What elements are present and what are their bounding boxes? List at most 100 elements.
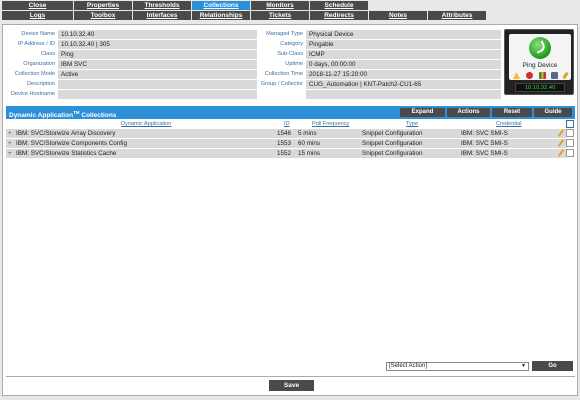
table-row[interactable]: + IBM: SVC/Storwize Array Discovery 1546…: [6, 129, 566, 138]
cell-id: 1552: [277, 150, 292, 157]
cell-type: Snippet Configuration: [362, 150, 423, 157]
column-header-type[interactable]: Type: [406, 121, 418, 128]
select-action-dropdown[interactable]: [Select Action] ▼: [386, 362, 529, 371]
tab-monitors[interactable]: Monitors: [251, 1, 309, 10]
info-value: [58, 80, 257, 89]
info-value: Pingable: [306, 40, 501, 49]
info-row-organization: Organization IBM SVC: [7, 60, 257, 69]
tab-collections[interactable]: Collections: [192, 1, 250, 10]
expand-plus-icon[interactable]: +: [8, 149, 12, 158]
info-row-collection-time: Collection Time 2018-11-27 15:20:00: [257, 70, 501, 79]
bar-chart-icon[interactable]: [538, 72, 546, 79]
device-ip-display: 10.10.32.40: [515, 83, 565, 92]
info-label: Sub-Class: [277, 51, 303, 57]
device-status-inner: Ping Device: [509, 34, 571, 80]
cell-credential: IBM: SVC SMI-S: [461, 130, 508, 137]
cell-freq: 5 mins: [298, 130, 317, 137]
tab-bar-secondary: Logs Toolbox Interfaces Relationships Ti…: [2, 11, 578, 21]
info-row-device-name: Device Name 10.10.32.40: [7, 30, 257, 39]
info-label: Category: [280, 41, 303, 47]
column-header-poll-frequency[interactable]: Poll Frequency: [312, 121, 349, 128]
info-value: 2018-11-27 15:20:00: [306, 70, 501, 79]
stop-icon[interactable]: [525, 72, 533, 79]
tab-attributes[interactable]: Attributes: [428, 11, 486, 20]
tab-schedule[interactable]: Schedule: [310, 1, 368, 10]
info-row-description: Description: [7, 80, 257, 89]
device-info-panel: Device Name 10.10.32.40 IP Address / ID …: [7, 29, 501, 105]
column-header-credential[interactable]: Credential: [496, 121, 522, 128]
save-button[interactable]: Save: [269, 380, 314, 391]
tab-redirects[interactable]: Redirects: [310, 11, 368, 20]
warning-icon[interactable]: [513, 72, 520, 79]
tab-tickets[interactable]: Tickets: [251, 11, 309, 20]
table-row[interactable]: + IBM: SVC/Storwize Components Config 15…: [6, 139, 566, 148]
info-value: 10.10.32.40 | 305: [58, 40, 257, 49]
cell-app: IBM: SVC/Storwize Components Config: [16, 140, 127, 147]
cell-freq: 60 mins: [298, 140, 321, 147]
tab-bar-primary: Close Properties Thresholds Collections …: [2, 1, 578, 11]
edit-pencil-icon[interactable]: [558, 149, 564, 157]
expand-button[interactable]: Expand: [400, 108, 445, 117]
cell-id: 1553: [277, 140, 292, 147]
go-button[interactable]: Go: [532, 361, 573, 371]
info-label: Device Hostname: [10, 91, 55, 97]
edit-pencil-icon[interactable]: [558, 129, 564, 137]
info-label: Collection Time: [264, 71, 303, 77]
info-value: 10.10.32.40: [58, 30, 257, 39]
device-status-globe-icon: [529, 37, 551, 59]
actions-button[interactable]: Actions: [447, 108, 490, 117]
row-checkbox[interactable]: [566, 139, 574, 147]
edit-pencil-icon[interactable]: [558, 139, 564, 147]
info-value: Active: [58, 70, 257, 79]
collections-title-suffix: Collections: [79, 112, 117, 120]
info-row-empty: [257, 90, 501, 99]
info-label: Uptime: [285, 61, 303, 67]
cell-credential: IBM: SVC SMI-S: [461, 140, 508, 147]
tab-toolbox[interactable]: Toolbox: [74, 11, 132, 20]
printer-icon[interactable]: [551, 72, 559, 79]
expand-plus-icon[interactable]: +: [8, 129, 12, 138]
info-row-managed-type: Managed Type Physical Device: [257, 30, 501, 39]
info-label: Group / Collector: [260, 81, 303, 87]
cell-app: IBM: SVC/Storwize Array Discovery: [16, 130, 116, 137]
info-row-category: Category Pingable: [257, 40, 501, 49]
tab-logs[interactable]: Logs: [2, 11, 73, 20]
cell-credential: IBM: SVC SMI-S: [461, 150, 508, 157]
info-value: ICMP: [306, 50, 501, 59]
column-header-dynamic-application[interactable]: Dynamic Application: [121, 121, 171, 128]
expand-plus-icon[interactable]: +: [8, 139, 12, 148]
info-label: Class: [41, 51, 55, 57]
table-row[interactable]: + IBM: SVC/Storwize Statistics Cache 155…: [6, 149, 566, 158]
divider: [6, 376, 575, 377]
select-all-checkbox[interactable]: [566, 120, 574, 128]
tab-relationships[interactable]: Relationships: [192, 11, 250, 20]
collections-title: Dynamic Application: [9, 112, 74, 120]
device-status-box[interactable]: Ping Device 10.10.32.40: [504, 29, 574, 95]
info-row-group-collector: Group / Collector CUG_Automation | KNT-P…: [257, 80, 501, 89]
tab-notes[interactable]: Notes: [369, 11, 427, 20]
tab-interfaces[interactable]: Interfaces: [133, 11, 191, 20]
info-label: Collection Mode: [14, 71, 55, 77]
column-header-id[interactable]: ID: [284, 121, 290, 128]
select-action-value: [Select Action]: [389, 363, 428, 369]
info-value-empty: [306, 90, 501, 99]
info-value: Ping: [58, 50, 257, 59]
wrench-icon[interactable]: [562, 71, 569, 80]
chevron-down-icon: ▼: [521, 363, 526, 369]
guide-button[interactable]: Guide: [534, 108, 572, 117]
info-row-collection-mode: Collection Mode Active: [7, 70, 257, 79]
cell-freq: 15 mins: [298, 150, 321, 157]
reset-button[interactable]: Reset: [492, 108, 532, 117]
info-value: Physical Device: [306, 30, 501, 39]
info-label: Description: [27, 81, 55, 87]
row-checkbox[interactable]: [566, 149, 574, 157]
cell-app: IBM: SVC/Storwize Statistics Cache: [16, 150, 117, 157]
info-label: Device Name: [21, 31, 55, 37]
tab-close[interactable]: Close: [2, 1, 73, 10]
tab-thresholds[interactable]: Thresholds: [133, 1, 191, 10]
info-value: CUG_Automation | KNT-Patch2-CU1-65: [306, 80, 501, 89]
info-row-class: Class Ping: [7, 50, 257, 59]
row-checkbox[interactable]: [566, 129, 574, 137]
tab-properties[interactable]: Properties: [74, 1, 132, 10]
collections-header: Dynamic ApplicationTM Collections Expand…: [6, 106, 575, 119]
